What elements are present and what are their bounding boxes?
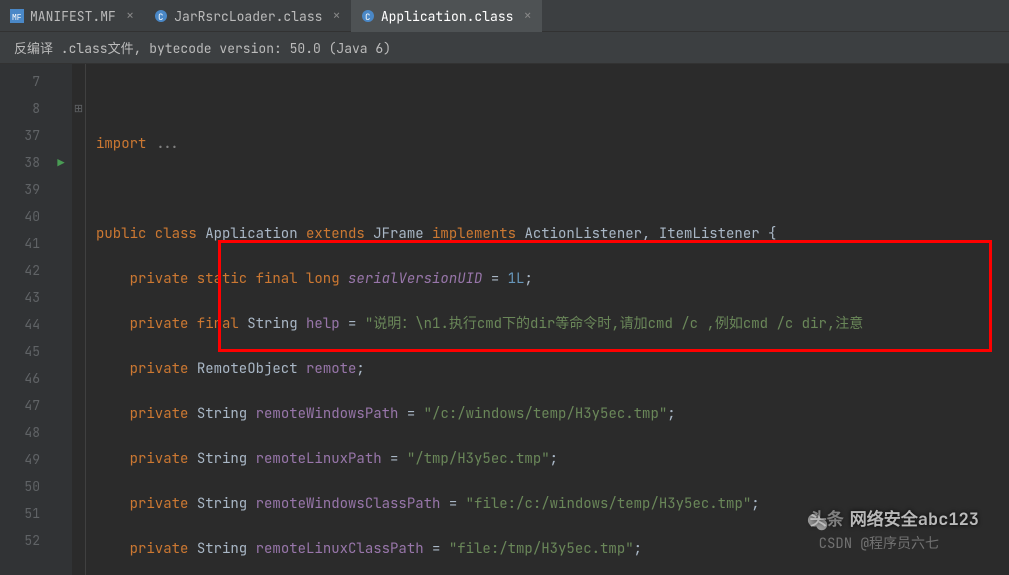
line-number[interactable]: 44 <box>0 311 50 338</box>
close-icon[interactable]: × <box>332 7 340 25</box>
line-number[interactable]: 43 <box>0 284 50 311</box>
decompile-status: 反编译 .class文件, bytecode version: 50.0 (Ja… <box>0 32 1009 64</box>
editor-tabs: MF MANIFEST.MF × C JarRsrcLoader.class ×… <box>0 0 1009 32</box>
fold-icon[interactable]: ⊞ <box>72 95 85 122</box>
watermark-text: 头条网络安全abc123 <box>810 505 979 531</box>
line-number[interactable]: 7 <box>0 68 50 95</box>
svg-text:C: C <box>365 11 370 23</box>
line-number[interactable]: 45 <box>0 338 50 365</box>
tab-application[interactable]: C Application.class × <box>351 0 542 32</box>
close-icon[interactable]: × <box>523 7 531 25</box>
line-number[interactable]: 41 <box>0 230 50 257</box>
line-number[interactable]: 8 <box>0 95 50 122</box>
line-number[interactable]: 39 <box>0 176 50 203</box>
tab-label: MANIFEST.MF <box>30 8 116 25</box>
run-icon[interactable]: ▶ <box>50 149 72 176</box>
code-area[interactable]: import ... public class Application exte… <box>86 64 1009 575</box>
run-gutter: ▶ <box>50 64 72 575</box>
line-number[interactable]: 51 <box>0 500 50 527</box>
svg-text:MF: MF <box>12 13 22 23</box>
mf-file-icon: MF <box>10 9 24 23</box>
tab-label: Application.class <box>381 8 514 25</box>
svg-text:C: C <box>158 11 163 23</box>
class-file-icon: C <box>154 9 168 23</box>
line-number[interactable]: 42 <box>0 257 50 284</box>
watermark-csdn: CSDN @程序员六七 <box>819 533 939 553</box>
line-number[interactable]: 52 <box>0 527 50 554</box>
line-number[interactable]: 46 <box>0 365 50 392</box>
line-number[interactable]: 50 <box>0 473 50 500</box>
code-editor: 7 8 37 38 39 40 41 42 43 44 45 46 47 48 … <box>0 64 1009 575</box>
tab-jarrsrcloader[interactable]: C JarRsrcLoader.class × <box>144 0 351 32</box>
line-number[interactable]: 37 <box>0 122 50 149</box>
line-number[interactable]: 38 <box>0 149 50 176</box>
tab-label: JarRsrcLoader.class <box>174 8 322 25</box>
line-number[interactable]: 40 <box>0 203 50 230</box>
fold-gutter: ⊞ <box>72 64 86 575</box>
line-number[interactable]: 47 <box>0 392 50 419</box>
close-icon[interactable]: × <box>126 7 134 25</box>
line-number-gutter: 7 8 37 38 39 40 41 42 43 44 45 46 47 48 … <box>0 64 50 575</box>
line-number[interactable]: 49 <box>0 446 50 473</box>
class-file-icon: C <box>361 9 375 23</box>
line-number[interactable]: 48 <box>0 419 50 446</box>
tab-manifest[interactable]: MF MANIFEST.MF × <box>0 0 144 32</box>
